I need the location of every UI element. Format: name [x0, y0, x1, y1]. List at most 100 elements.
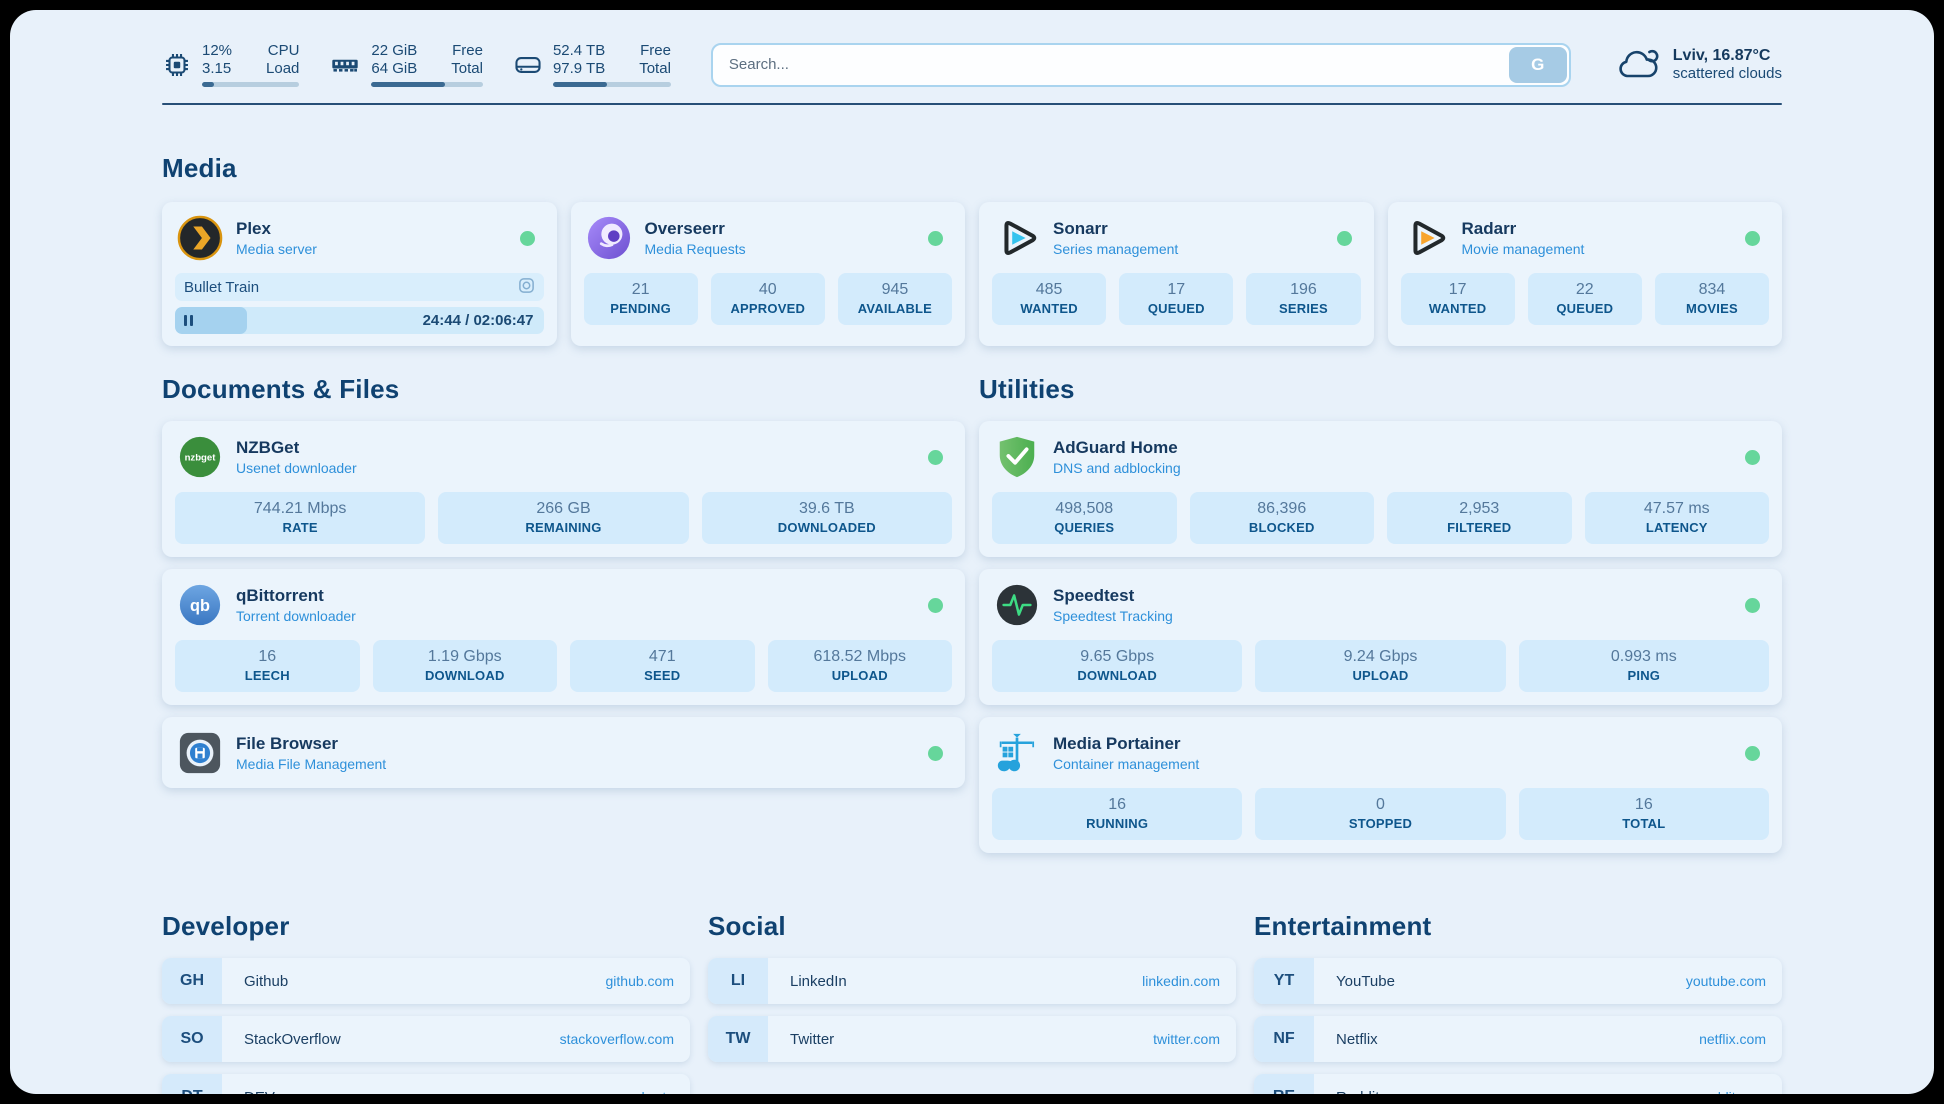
stat-series: 196 SERIES	[1246, 273, 1360, 325]
status-dot	[1745, 450, 1760, 465]
disk-total-value: 97.9 TB	[553, 60, 605, 77]
stat-filtered: 2,953 FILTERED	[1387, 492, 1572, 544]
app-desc: Media Requests	[645, 241, 916, 257]
stat-total: 16 TOTAL	[1519, 788, 1769, 840]
google-search-button[interactable]: G	[1509, 47, 1567, 83]
status-dot	[928, 746, 943, 761]
link-stackoverflow[interactable]: SO StackOverflow stackoverflow.com	[162, 1016, 690, 1062]
developer-section-title: Developer	[162, 911, 690, 942]
stat-downloaded: 39.6 TB DOWNLOADED	[702, 492, 952, 544]
stat-upload: 9.24 Gbps UPLOAD	[1255, 640, 1505, 692]
disk-progress-track	[553, 82, 671, 87]
link-name: Twitter	[790, 1031, 834, 1048]
portainer-icon	[994, 730, 1040, 776]
app-card-nzbget[interactable]: nzbget NZBGet Usenet downloader 744.21 M…	[162, 421, 965, 557]
stat-seed: 471 SEED	[570, 640, 755, 692]
app-name: qBittorrent	[236, 586, 915, 606]
memory-total-value: 64 GiB	[371, 60, 417, 77]
stat-available: 945 AVAILABLE	[838, 273, 952, 325]
status-dot	[1745, 598, 1760, 613]
section-social: Social LI LinkedIn linkedin.com TW Twitt…	[708, 911, 1236, 1094]
session-icon[interactable]	[518, 277, 535, 298]
nzbget-icon: nzbget	[177, 434, 223, 480]
app-name: Overseerr	[645, 219, 916, 239]
stat-download: 9.65 Gbps DOWNLOAD	[992, 640, 1242, 692]
status-dot	[520, 231, 535, 246]
link-dev[interactable]: DT DEV dev.to	[162, 1074, 690, 1094]
link-github[interactable]: GH Github github.com	[162, 958, 690, 1004]
section-utilities: Utilities AdGuard Home DNS and adblock	[979, 374, 1782, 865]
cpu-load-value: 3.15	[202, 60, 232, 77]
link-twitter[interactable]: TW Twitter twitter.com	[708, 1016, 1236, 1062]
link-reddit[interactable]: RE Reddit reddit.com	[1254, 1074, 1782, 1094]
link-abbr: DT	[162, 1074, 222, 1094]
link-netflix[interactable]: NF Netflix netflix.com	[1254, 1016, 1782, 1062]
search-input[interactable]	[711, 43, 1571, 87]
now-playing-title: Bullet Train	[184, 279, 259, 296]
app-card-radarr[interactable]: Radarr Movie management 17 WANTED 22 QUE…	[1388, 202, 1783, 346]
link-url: twitter.com	[1153, 1031, 1220, 1047]
app-card-plex[interactable]: Plex Media server Bullet Train	[162, 202, 557, 346]
sonarr-icon	[994, 215, 1040, 261]
link-name: Netflix	[1336, 1031, 1378, 1048]
app-card-qbittorrent[interactable]: qb qBittorrent Torrent downloader 16 LEE…	[162, 569, 965, 705]
link-abbr: YT	[1254, 958, 1314, 1004]
weather-widget: Lviv, 16.87°C scattered clouds	[1615, 44, 1782, 85]
svg-text:qb: qb	[190, 597, 210, 615]
filebrowser-icon	[177, 730, 223, 776]
link-linkedin[interactable]: LI LinkedIn linkedin.com	[708, 958, 1236, 1004]
search-bar: G	[711, 43, 1571, 87]
memory-stat: 22 GiB Free 64 GiB Total	[329, 42, 483, 87]
app-desc: Torrent downloader	[236, 608, 915, 624]
overseerr-icon	[586, 215, 632, 261]
link-url: linkedin.com	[1142, 973, 1220, 989]
cpu-progress-track	[202, 82, 299, 87]
social-section-title: Social	[708, 911, 1236, 942]
pause-icon[interactable]	[184, 315, 193, 326]
disk-progress-fill	[553, 82, 607, 87]
app-card-overseerr[interactable]: Overseerr Media Requests 21 PENDING 40 A…	[571, 202, 966, 346]
app-card-sonarr[interactable]: Sonarr Series management 485 WANTED 17 Q…	[979, 202, 1374, 346]
stat-leech: 16 LEECH	[175, 640, 360, 692]
memory-label-2: Total	[451, 60, 483, 77]
disk-label-1: Free	[639, 42, 671, 59]
link-youtube[interactable]: YT YouTube youtube.com	[1254, 958, 1782, 1004]
app-name: AdGuard Home	[1053, 438, 1732, 458]
stat-queued: 22 QUEUED	[1528, 273, 1642, 325]
utilities-section-title: Utilities	[979, 374, 1782, 405]
link-url: github.com	[606, 973, 674, 989]
stat-queries: 498,508 QUERIES	[992, 492, 1177, 544]
app-card-filebrowser[interactable]: File Browser Media File Management	[162, 717, 965, 788]
app-desc: DNS and adblocking	[1053, 460, 1732, 476]
app-desc: Speedtest Tracking	[1053, 608, 1732, 624]
memory-progress-track	[371, 82, 483, 87]
status-dot	[928, 450, 943, 465]
app-card-portainer[interactable]: Media Portainer Container management 16 …	[979, 717, 1782, 853]
app-name: NZBGet	[236, 438, 915, 458]
stat-queued: 17 QUEUED	[1119, 273, 1233, 325]
plex-icon	[177, 215, 223, 261]
section-entertainment: Entertainment YT YouTube youtube.com NF …	[1254, 911, 1782, 1094]
app-name: Speedtest	[1053, 586, 1732, 606]
link-name: Github	[244, 973, 288, 990]
cpu-label-2: Load	[266, 60, 299, 77]
stat-running: 16 RUNNING	[992, 788, 1242, 840]
plex-now-playing: Bullet Train 24:44 / 02:06:47	[162, 273, 557, 346]
app-card-adguard[interactable]: AdGuard Home DNS and adblocking 498,508 …	[979, 421, 1782, 557]
system-stats: 12% CPU 3.15 Load	[162, 42, 671, 87]
stat-pending: 21 PENDING	[584, 273, 698, 325]
memory-label-1: Free	[451, 42, 483, 59]
link-abbr: GH	[162, 958, 222, 1004]
app-desc: Usenet downloader	[236, 460, 915, 476]
weather-condition: scattered clouds	[1673, 65, 1782, 82]
status-dot	[928, 598, 943, 613]
status-dot	[928, 231, 943, 246]
memory-free-value: 22 GiB	[371, 42, 417, 59]
app-card-speedtest[interactable]: Speedtest Speedtest Tracking 9.65 Gbps D…	[979, 569, 1782, 705]
stat-remaining: 266 GB REMAINING	[438, 492, 688, 544]
speedtest-icon	[994, 582, 1040, 628]
entertainment-section-title: Entertainment	[1254, 911, 1782, 942]
app-desc: Media server	[236, 241, 507, 257]
cloud-icon	[1615, 44, 1661, 85]
stat-wanted: 17 WANTED	[1401, 273, 1515, 325]
